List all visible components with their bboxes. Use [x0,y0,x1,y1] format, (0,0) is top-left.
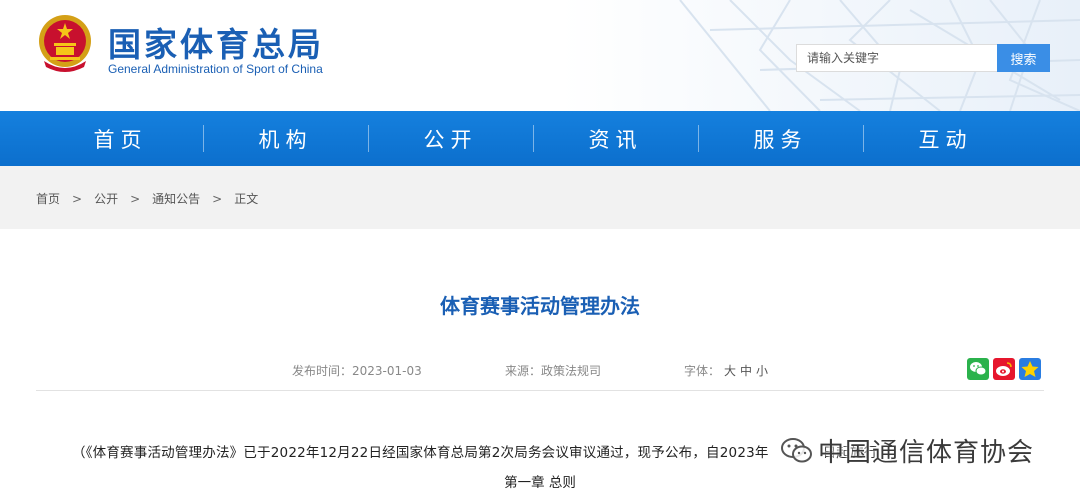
nav-item-interaction[interactable]: 互动 [863,111,1028,166]
watermark: 中国通信体育协会 [780,432,1034,469]
meta-divider [36,390,1044,391]
site-header: 国家体育总局 General Administration of Sport o… [0,0,1080,111]
breadcrumb: 首页 > 公开 > 通知公告 > 正文 [36,190,258,207]
site-title: 国家体育总局 [108,25,324,64]
font-size-large[interactable]: 大 [724,364,736,378]
main-nav: 首页 机构 公开 资讯 服务 互动 [0,111,1080,166]
font-size-small[interactable]: 小 [756,364,768,378]
font-size-label: 字体： [684,364,721,378]
weibo-icon[interactable] [993,358,1015,380]
article-source: 来源：政策法规司 [505,362,601,379]
wechat-icon[interactable] [967,358,989,380]
breadcrumb-separator: > [130,191,141,206]
qzone-icon[interactable] [1019,358,1041,380]
site-title-english: General Administration of Sport of China [108,62,323,76]
national-emblem-logo [39,15,91,72]
body-text-intro: （《体育赛事活动管理办法》已于2022年12月22日经国家体育总局第2次局务会议… [72,445,769,461]
watermark-text: 中国通信体育协会 [818,438,1035,468]
font-size-switcher: 字体：大中小 [684,362,768,379]
wechat-watermark-icon [781,437,812,462]
font-size-medium[interactable]: 中 [740,364,752,378]
chapter-heading: 第一章 总则 [504,475,576,491]
source-label: 来源： [505,364,542,378]
breadcrumb-notices-link[interactable]: 通知公告 [152,190,200,207]
nav-item-organization[interactable]: 机构 [203,111,368,166]
breadcrumb-public-link[interactable]: 公开 [94,190,118,207]
breadcrumb-home-link[interactable]: 首页 [36,190,60,207]
publish-date-value: 2023-01-03 [352,364,422,378]
nav-item-home[interactable]: 首页 [38,111,203,166]
breadcrumb-bar: 首页 > 公开 > 通知公告 > 正文 [0,166,1080,229]
source-value: 政策法规司 [541,364,602,378]
nav-item-public[interactable]: 公开 [368,111,533,166]
nav-item-news[interactable]: 资讯 [533,111,698,166]
publish-date: 发布时间：2023-01-03 [292,362,422,379]
breadcrumb-separator: > [72,191,83,206]
search-input[interactable] [796,44,998,72]
breadcrumb-separator: > [212,191,223,206]
breadcrumb-current: 正文 [234,192,259,206]
nav-item-services[interactable]: 服务 [698,111,863,166]
publish-date-label: 发布时间： [292,364,353,378]
article-title: 体育赛事活动管理办法 [440,294,640,318]
search-button[interactable]: 搜索 [997,44,1050,72]
